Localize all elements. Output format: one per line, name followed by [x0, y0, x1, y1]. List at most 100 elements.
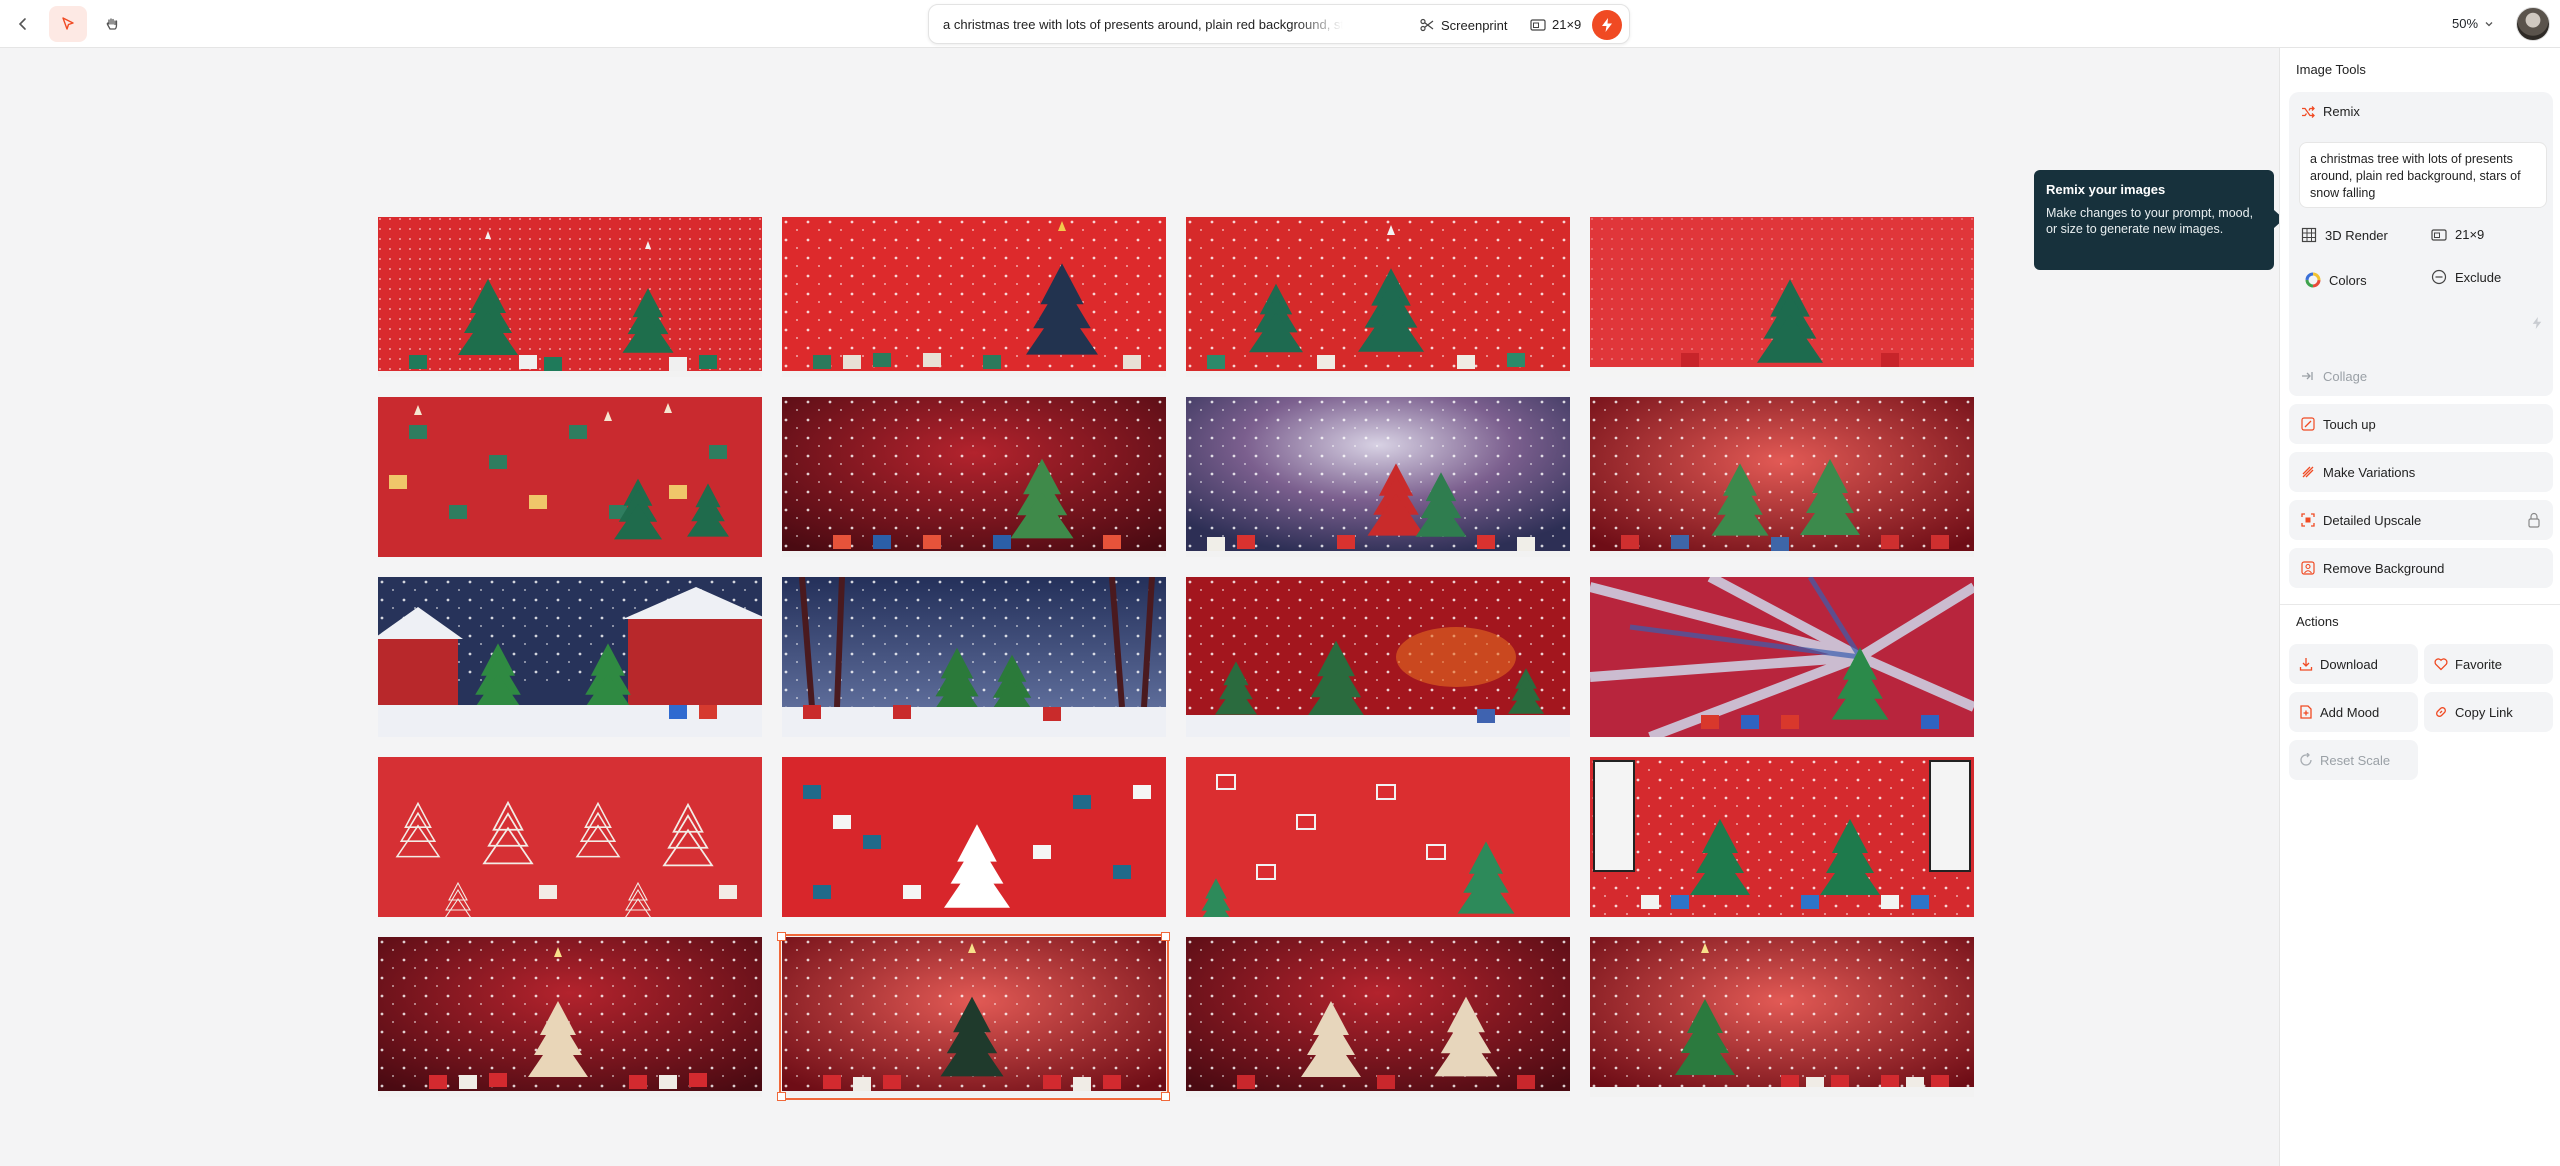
shuffle-icon: [2302, 105, 2315, 118]
cursor-icon: [62, 17, 74, 30]
gallery-image[interactable]: [1186, 937, 1570, 1097]
gallery-image[interactable]: [1186, 217, 1570, 377]
gallery-image[interactable]: [1590, 937, 1974, 1097]
panel-divider: [2280, 604, 2560, 605]
gallery-image[interactable]: [378, 217, 762, 377]
lightning-icon: [1602, 18, 1612, 32]
gallery-image[interactable]: [1186, 577, 1570, 737]
hand-icon: [106, 18, 118, 30]
remix-prompt-field[interactable]: a christmas tree with lots of presents a…: [2299, 142, 2547, 208]
detailed-upscale-button[interactable]: Detailed Upscale: [2289, 500, 2553, 540]
render-style-label: 3D Render: [2325, 227, 2388, 243]
gallery-image[interactable]: [1186, 757, 1570, 917]
remove-background-button[interactable]: Remove Background: [2289, 548, 2553, 588]
gallery-image[interactable]: [782, 217, 1166, 377]
resize-handle[interactable]: [777, 932, 786, 941]
image-tools-title: Image Tools: [2296, 62, 2366, 77]
make-variations-label: Make Variations: [2323, 464, 2416, 480]
color-wheel-icon: [2305, 272, 2321, 288]
exclude-label: Exclude: [2455, 269, 2502, 285]
remix-tooltip: Remix your images Make changes to your p…: [2034, 170, 2284, 270]
copy-link-button[interactable]: Copy Link: [2424, 692, 2553, 732]
gallery-image[interactable]: [782, 397, 1166, 557]
download-button[interactable]: Download: [2289, 644, 2418, 684]
actions-title: Actions: [2296, 614, 2339, 629]
copy-link-label: Copy Link: [2455, 704, 2513, 720]
remove-background-label: Remove Background: [2323, 560, 2445, 576]
render-style-button[interactable]: 3D Render: [2301, 227, 2388, 243]
colors-button[interactable]: Colors: [2305, 272, 2367, 288]
gallery-image[interactable]: [1590, 217, 1974, 377]
generate-button[interactable]: [1592, 10, 1622, 40]
aspect-selector[interactable]: 21×9: [1530, 17, 1581, 32]
image-tools-panel: Image Tools Remix a christmas tree with …: [2279, 48, 2560, 1166]
exclude-button[interactable]: Exclude: [2431, 269, 2501, 285]
remix-section: Remix a christmas tree with lots of pres…: [2289, 92, 2553, 392]
tooltip-body: Make changes to your prompt, mood, or si…: [2046, 206, 2254, 236]
gallery-image-selected[interactable]: [779, 934, 1169, 1100]
select-tool-button[interactable]: [49, 6, 87, 42]
grid-icon: [2301, 227, 2317, 243]
aspect-ratio-label: 21×9: [2455, 227, 2485, 242]
zoom-level: 50%: [2452, 16, 2479, 31]
style-label: Screenprint: [1441, 17, 1508, 33]
chevron-left-icon: [18, 18, 26, 30]
aspect-ratio-icon: [2431, 228, 2447, 241]
hand-tool-button[interactable]: [93, 6, 131, 42]
resize-handle[interactable]: [1161, 1092, 1170, 1101]
download-label: Download: [2320, 656, 2378, 672]
colors-label: Colors: [2329, 272, 2367, 288]
aspect-ratio-icon: [1530, 18, 1546, 31]
remix-button[interactable]: Remix: [2301, 104, 2360, 119]
heart-icon: [2434, 658, 2448, 671]
user-avatar[interactable]: [2516, 7, 2550, 41]
aspect-ratio-button[interactable]: 21×9: [2431, 227, 2484, 242]
favorite-label: Favorite: [2455, 656, 2502, 672]
gallery-image[interactable]: [378, 397, 762, 557]
prompt-input[interactable]: a christmas tree with lots of presents a…: [943, 17, 1343, 32]
reset-scale-label: Reset Scale: [2320, 752, 2391, 768]
detailed-upscale-label: Detailed Upscale: [2323, 512, 2422, 528]
variations-icon: [2302, 466, 2314, 478]
collage-label: Collage: [2323, 368, 2368, 384]
minus-circle-icon: [2431, 269, 2447, 285]
gallery-image[interactable]: [378, 757, 762, 917]
make-variations-button[interactable]: Make Variations: [2289, 452, 2553, 492]
reset-icon: [2300, 753, 2312, 766]
resize-handle[interactable]: [777, 1092, 786, 1101]
chevron-down-icon: [2485, 21, 2493, 26]
style-selector[interactable]: Screenprint: [1419, 17, 1507, 33]
gallery-image[interactable]: [378, 577, 762, 737]
gallery-image[interactable]: [1590, 397, 1974, 557]
gallery-image[interactable]: [1186, 397, 1570, 557]
remove-background-icon: [2301, 561, 2315, 575]
link-icon: [2436, 707, 2446, 717]
gallery-image[interactable]: [782, 757, 1166, 917]
upscale-icon: [2301, 513, 2315, 527]
lock-icon: [2528, 512, 2540, 528]
gallery-image[interactable]: [1590, 757, 1974, 917]
brush-icon: [2301, 417, 2315, 431]
back-button[interactable]: [4, 6, 42, 42]
prompt-bar: a christmas tree with lots of presents a…: [928, 4, 1630, 44]
top-toolbar: a christmas tree with lots of presents a…: [0, 0, 2560, 48]
reset-scale-button[interactable]: Reset Scale: [2289, 740, 2418, 780]
download-icon: [2299, 658, 2313, 671]
collage-button[interactable]: Collage: [2289, 356, 2553, 396]
aspect-label: 21×9: [1552, 17, 1582, 32]
gallery-image[interactable]: [782, 577, 1166, 737]
remix-label: Remix: [2323, 104, 2360, 119]
add-mood-label: Add Mood: [2320, 704, 2380, 720]
tooltip-title: Remix your images: [2046, 182, 2166, 197]
favorite-button[interactable]: Favorite: [2424, 644, 2553, 684]
touch-up-button[interactable]: Touch up: [2289, 404, 2553, 444]
gallery-image[interactable]: [1590, 577, 1974, 737]
scissors-icon: [1420, 18, 1434, 32]
resize-handle[interactable]: [1161, 932, 1170, 941]
add-mood-icon: [2300, 705, 2312, 719]
lightning-icon[interactable]: [2531, 316, 2543, 330]
zoom-selector[interactable]: 50%: [2452, 16, 2494, 31]
gallery-image[interactable]: [378, 937, 762, 1097]
add-mood-button[interactable]: Add Mood: [2289, 692, 2418, 732]
touch-up-label: Touch up: [2323, 416, 2376, 432]
